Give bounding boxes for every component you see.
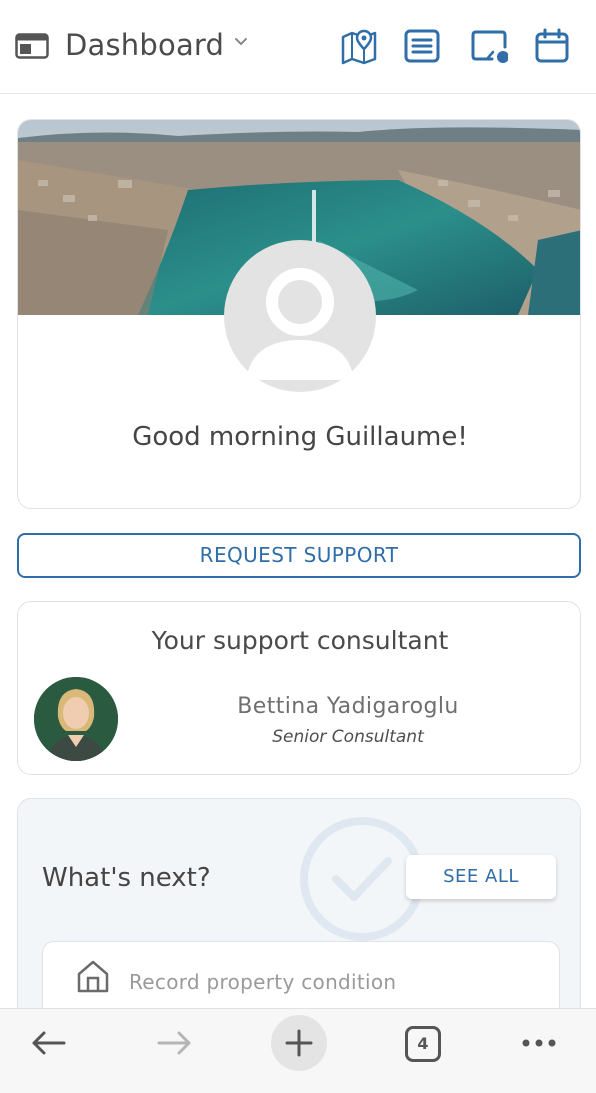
back-arrow-icon[interactable]: [22, 1023, 76, 1077]
tabs-button[interactable]: 4: [405, 1026, 441, 1062]
consultant-name: Bettina Yadigaroglu: [237, 694, 459, 719]
consultant-card: Your support consultant Bettina Yadigaro…: [17, 601, 581, 775]
screen-share-icon[interactable]: [470, 27, 508, 65]
new-tab-button[interactable]: [271, 1015, 327, 1071]
greeting-text: Good morning Guillaume!: [132, 422, 468, 452]
consultant-heading: Your support consultant: [151, 626, 449, 655]
see-all-button[interactable]: SEE ALL: [406, 855, 556, 899]
task-label: Record property condition: [129, 970, 397, 994]
plus-icon: [285, 1029, 313, 1057]
house-icon: [77, 960, 109, 993]
avatar[interactable]: [224, 240, 376, 392]
page-title[interactable]: Dashboard: [65, 28, 224, 62]
list-icon[interactable]: [403, 27, 441, 65]
map-pin-icon[interactable]: [340, 27, 378, 65]
consultant-role: Senior Consultant: [272, 727, 424, 747]
profile-card: Good morning Guillaume!: [17, 119, 581, 509]
person-icon: [246, 268, 354, 380]
top-bar: Dashboard: [0, 0, 596, 94]
whats-next-title: What's next?: [42, 863, 211, 893]
chevron-down-icon[interactable]: [233, 34, 249, 50]
forward-arrow-icon[interactable]: [147, 1023, 201, 1077]
more-icon[interactable]: [512, 1023, 566, 1077]
app-window-icon[interactable]: [15, 33, 49, 59]
consultant-avatar[interactable]: [34, 677, 118, 761]
consultant-photo-image: [34, 677, 118, 761]
calendar-icon[interactable]: [534, 27, 572, 65]
request-support-button[interactable]: REQUEST SUPPORT: [17, 533, 581, 578]
browser-toolbar: 4: [0, 1008, 596, 1093]
